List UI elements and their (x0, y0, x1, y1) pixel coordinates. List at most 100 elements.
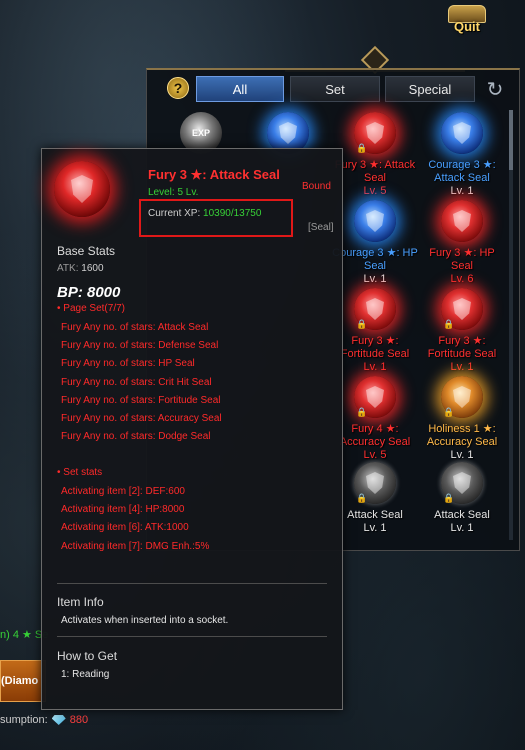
item-title: Fury 3 ★: Attack Seal (148, 167, 280, 182)
shield-icon: 🔒 (354, 376, 396, 418)
background-button-fragment[interactable]: (Diamo (0, 660, 46, 702)
help-icon[interactable]: ? (167, 77, 189, 99)
base-stats-header: Base Stats (57, 244, 116, 258)
seal-name: Holiness 1 ★: Accuracy Seal (426, 423, 498, 448)
seal-name: Courage 3 ★: HP Seal (332, 247, 418, 272)
seal-level: Lv. 5 (363, 185, 387, 197)
seal-name: Fury 3 ★: HP Seal (429, 247, 495, 272)
list-item: Fury Any no. of stars: Defense Seal (61, 340, 219, 352)
item-info-text: Activates when inserted into a socket. (61, 615, 229, 626)
list-item: Fury Any no. of stars: Attack Seal (61, 322, 209, 333)
list-item: Fury Any no. of stars: HP Seal (61, 358, 195, 370)
seal-name: Fury 3 ★: Fortitude Seal (340, 335, 410, 360)
seal-level: Lv. 1 (450, 522, 474, 534)
shield-icon: 🔒 (441, 462, 483, 504)
seal-level: Lv. 5 (363, 449, 387, 461)
tab-label: Set (325, 81, 345, 97)
lock-icon: 🔒 (356, 319, 368, 329)
lock-icon: 🔒 (356, 143, 368, 153)
how-to-get-text: 1: Reading (61, 669, 110, 680)
tab-set[interactable]: Set (290, 76, 380, 102)
page-set-header: • Page Set(7/7) (57, 303, 125, 314)
quit-button[interactable]: Quit (437, 0, 497, 34)
list-item: Activating item [6]: ATK:1000 (61, 522, 189, 534)
list-item: Activating item [4]: HP:8000 (61, 504, 185, 516)
xp-value: 10390/13750 (203, 208, 262, 219)
list-item: Fury Any no. of stars: Crit Hit Seal (61, 376, 212, 388)
atk-label: ATK: (57, 263, 79, 274)
seal-name: Fury 3 ★: Attack Seal (334, 159, 416, 184)
seal-slot[interactable]: Fury 3 ★: HP Seal Lv. 6 (417, 200, 507, 286)
seal-name: Fury 4 ★: Accuracy Seal (339, 423, 411, 448)
diamond-icon (51, 715, 66, 725)
item-level: Level: 5 Lv. (148, 187, 199, 198)
seal-slot[interactable]: 🔒 Fury 3 ★: Fortitude Seal Lv. 1 (330, 288, 420, 374)
seal-slot[interactable]: Courage 3 ★: HP Seal Lv. 1 (330, 200, 420, 286)
divider (57, 583, 327, 584)
shield-icon: 🔒 (441, 288, 483, 330)
refresh-icon[interactable]: ↻ (484, 78, 506, 101)
shield-icon (441, 200, 483, 242)
lock-icon: 🔒 (443, 319, 455, 329)
seal-level: Lv. 6 (450, 273, 474, 285)
scrollbar-thumb[interactable] (509, 110, 513, 170)
item-info-header: Item Info (57, 595, 104, 609)
list-item: Fury Any no. of stars: Accuracy Seal (61, 413, 222, 425)
seal-level: Lv. 1 (363, 522, 387, 534)
seal-slot[interactable]: 🔒 Fury 3 ★: Attack Seal Lv. 5 (330, 112, 420, 198)
seal-level: Lv. 1 (363, 273, 387, 285)
consumption-label: sumption: (0, 714, 48, 726)
set-stats-list: Activating item [2]: DEF:600 Activating … (61, 483, 209, 556)
shield-icon: 🔒 (354, 462, 396, 504)
seal-level: Lv. 1 (363, 361, 387, 373)
seal-tag: [Seal] (308, 222, 334, 233)
set-stats-header: • Set stats (57, 467, 103, 478)
seal-slot[interactable]: 🔒 Attack Seal Lv. 1 (417, 462, 507, 535)
seal-level: Lv. 1 (450, 449, 474, 461)
seal-slot[interactable]: 🔒 Attack Seal Lv. 1 (330, 462, 420, 535)
shield-icon (441, 112, 483, 154)
seal-slot[interactable]: 🔒 Holiness 1 ★: Accuracy Seal Lv. 1 (417, 376, 507, 462)
seal-level: Lv. 1 (450, 185, 474, 197)
consumption-fragment: sumption: 880 (0, 714, 88, 726)
atk-value: 1600 (81, 263, 104, 274)
xp-label: Current XP: (148, 208, 201, 219)
quit-label: Quit (454, 19, 480, 34)
lock-icon: 🔒 (443, 493, 455, 503)
tab-special[interactable]: Special (385, 76, 475, 102)
tab-all[interactable]: All (196, 76, 284, 102)
scrollbar[interactable] (509, 110, 513, 540)
seal-name: Attack Seal (434, 509, 490, 521)
seal-level: Lv. 1 (450, 361, 474, 373)
seal-name: Courage 3 ★: Attack Seal (428, 159, 496, 184)
bp-value: BP: 8000 (57, 284, 121, 301)
divider (57, 636, 327, 637)
seal-slot[interactable]: Courage 3 ★: Attack Seal Lv. 1 (417, 112, 507, 198)
set-items-list: Fury Any no. of stars: Attack Seal Fury … (61, 319, 222, 446)
shield-icon: 🔒 (354, 112, 396, 154)
list-item: Fury Any no. of stars: Fortitude Seal (61, 394, 221, 406)
current-xp: Current XP: 10390/13750 (148, 208, 261, 219)
seal-name: Fury 3 ★: Fortitude Seal (427, 335, 497, 360)
shield-icon (354, 200, 396, 242)
list-item: Activating item [7]: DMG Enh.:5% (61, 540, 210, 552)
atk-stat: ATK: 1600 (57, 263, 104, 274)
lock-icon: 🔒 (356, 493, 368, 503)
tab-label: Special (408, 81, 452, 97)
button-label: (Diamo (1, 675, 39, 687)
list-item: Activating item [2]: DEF:600 (61, 486, 185, 497)
seal-slot[interactable]: 🔒 Fury 4 ★: Accuracy Seal Lv. 5 (330, 376, 420, 462)
tab-label: All (232, 81, 248, 97)
shield-icon: 🔒 (441, 376, 483, 418)
seal-name: Attack Seal (347, 509, 403, 521)
lock-icon: 🔒 (356, 407, 368, 417)
seal-slot[interactable]: 🔒 Fury 3 ★: Fortitude Seal Lv. 1 (417, 288, 507, 374)
how-to-get-header: How to Get (57, 649, 118, 663)
shield-icon: 🔒 (354, 288, 396, 330)
lock-icon: 🔒 (443, 407, 455, 417)
list-item: Fury Any no. of stars: Dodge Seal (61, 431, 211, 443)
consumption-cost: 880 (69, 714, 89, 726)
seal-icon (54, 161, 110, 217)
item-tooltip: Fury 3 ★: Attack Seal Level: 5 Lv. Bound… (41, 148, 343, 710)
bound-label: Bound (302, 181, 331, 192)
